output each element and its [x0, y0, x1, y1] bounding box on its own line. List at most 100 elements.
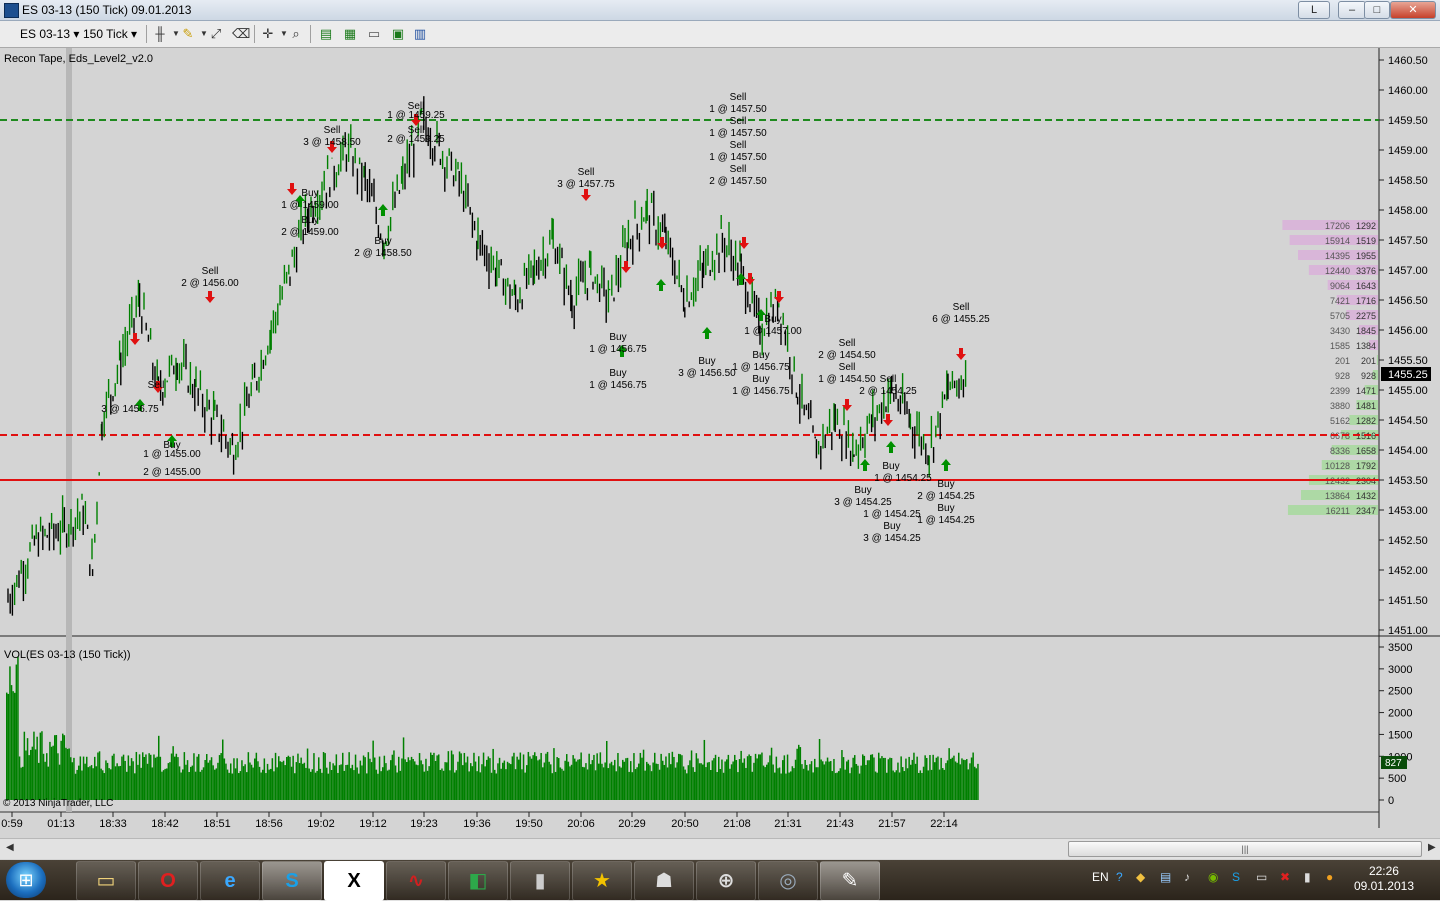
- volume-bar: [287, 755, 290, 800]
- maximize-button[interactable]: □: [1364, 1, 1390, 19]
- volume-bar: [89, 766, 91, 800]
- profile-ask-label: 928: [1361, 371, 1376, 381]
- volume-bar: [340, 764, 342, 800]
- skype-tray-icon[interactable]: S: [1232, 870, 1240, 884]
- minimize-button[interactable]: –: [1338, 1, 1366, 19]
- volume-bar: [826, 757, 829, 800]
- scroll-left-icon[interactable]: ◀: [6, 842, 14, 853]
- pencil-icon[interactable]: ✎: [180, 26, 196, 42]
- volume-bar: [241, 760, 243, 800]
- system-clock[interactable]: 22:26 09.01.2013: [1354, 864, 1414, 894]
- scroll-right-icon[interactable]: ▶: [1428, 842, 1436, 853]
- chart-area[interactable]: 17206 1292 15914 1519 14395 1955 12440 3376 9064…: [0, 48, 1440, 838]
- volume-bar: [65, 747, 67, 800]
- opera-icon[interactable]: O: [138, 861, 198, 901]
- tool-icon[interactable]: ▮: [510, 861, 570, 901]
- volume-bar: [380, 771, 382, 800]
- volume-bar: [798, 744, 800, 800]
- game-icon[interactable]: ☗: [634, 861, 694, 901]
- window-list-icon[interactable]: ▥: [412, 26, 428, 42]
- chart-canvas[interactable]: 17206 1292 15914 1519 14395 1955 12440 3376 9064…: [0, 48, 1440, 838]
- volume-bar: [164, 768, 166, 800]
- zoom-icon[interactable]: ⌕: [288, 26, 304, 42]
- ninja-trader-icon[interactable]: ✎: [820, 861, 880, 901]
- time-tick-label: 18:56: [255, 818, 283, 830]
- volume-bar: [911, 759, 914, 800]
- price-panel-label: Recon Tape, Eds_Level2_v2.0: [4, 53, 153, 65]
- explorer-icon[interactable]: ▭: [76, 861, 136, 901]
- volume-tick-label: 0: [1388, 795, 1394, 807]
- volume-bar: [134, 773, 136, 800]
- display-icon[interactable]: ▭: [1256, 870, 1267, 884]
- skype-icon[interactable]: S: [262, 861, 322, 901]
- volume-bar: [922, 766, 925, 800]
- volume-bar: [137, 764, 139, 800]
- volume-bar: [668, 753, 670, 800]
- chart-app-icon[interactable]: ◧: [448, 861, 508, 901]
- volume-bar: [324, 753, 326, 800]
- volume-bar: [17, 656, 19, 800]
- volume-bar: [908, 756, 910, 800]
- volume-bar: [362, 755, 365, 800]
- volume-bar: [762, 765, 765, 800]
- start-button[interactable]: ⊞: [6, 862, 46, 898]
- trade-annotation: 1 @ 1456.75: [732, 386, 790, 397]
- steam-icon[interactable]: ◎: [758, 861, 818, 901]
- indicators-icon[interactable]: ▤: [318, 26, 334, 42]
- volume-bar: [226, 769, 229, 800]
- star-icon[interactable]: ★: [572, 861, 632, 901]
- update-icon[interactable]: ●: [1326, 870, 1333, 884]
- interval-selector[interactable]: 150 Tick ▾: [83, 25, 137, 43]
- horizontal-scrollbar[interactable]: ◀ ||| ▶: [0, 838, 1440, 859]
- volume-bar: [796, 748, 798, 800]
- volume-icon[interactable]: ♪: [1184, 870, 1190, 884]
- time-tick-label: 21:31: [774, 818, 802, 830]
- x-app-icon[interactable]: X: [324, 861, 384, 901]
- price-tick-label: 1454.00: [1388, 445, 1428, 457]
- volume-bar: [198, 754, 200, 800]
- network-icon[interactable]: ▤: [1160, 870, 1171, 884]
- volume-bar: [394, 765, 397, 800]
- volume-bar: [542, 767, 544, 800]
- language-indicator[interactable]: EN: [1092, 870, 1109, 884]
- volume-bar: [129, 765, 131, 800]
- shield-icon[interactable]: ◆: [1136, 870, 1145, 884]
- volume-bar: [60, 740, 62, 800]
- volume-bar: [801, 764, 803, 800]
- price-tick-label: 1456.00: [1388, 325, 1428, 337]
- eraser-icon[interactable]: ⌫: [232, 26, 250, 42]
- volume-bar: [706, 762, 709, 800]
- volume-bar: [921, 772, 923, 800]
- data-box-icon[interactable]: ▭: [366, 26, 382, 42]
- volume-bar: [593, 754, 595, 800]
- nvidia-icon[interactable]: ◉: [1208, 870, 1218, 884]
- ninja-icon[interactable]: ∿: [386, 861, 446, 901]
- strategies-icon[interactable]: ▦: [342, 26, 358, 42]
- volume-bar: [882, 757, 885, 800]
- trend-tool-icon[interactable]: ⤢: [208, 26, 224, 42]
- power-icon[interactable]: ▮: [1304, 870, 1311, 884]
- volume-bar: [276, 767, 278, 800]
- current-price-text: 1455.25: [1388, 369, 1428, 381]
- volume-bar: [958, 752, 960, 800]
- volume-bar: [516, 756, 518, 800]
- volume-bar: [934, 762, 936, 800]
- volume-bar: [326, 767, 328, 800]
- time-tick-label: 20:06: [567, 818, 595, 830]
- profile-bid-label: 3880: [1330, 401, 1350, 411]
- help-icon[interactable]: ?: [1116, 870, 1123, 884]
- ie-icon[interactable]: e: [200, 861, 260, 901]
- close-button[interactable]: ✕: [1390, 1, 1436, 19]
- volume-bar: [570, 764, 573, 800]
- volume-bar: [599, 752, 602, 800]
- flag-icon[interactable]: ✖: [1280, 870, 1290, 884]
- properties-icon[interactable]: ▣: [390, 26, 406, 42]
- crosshair-icon[interactable]: ✛: [260, 26, 276, 42]
- volume-bar: [652, 762, 654, 800]
- tank-icon[interactable]: ⊕: [696, 861, 756, 901]
- volume-bar: [807, 770, 810, 800]
- bar-type-icon[interactable]: ╫: [152, 26, 168, 42]
- scroll-thumb[interactable]: |||: [1068, 841, 1422, 857]
- instrument-selector[interactable]: ES 03-13 ▾: [20, 25, 79, 43]
- link-button[interactable]: L: [1298, 1, 1330, 19]
